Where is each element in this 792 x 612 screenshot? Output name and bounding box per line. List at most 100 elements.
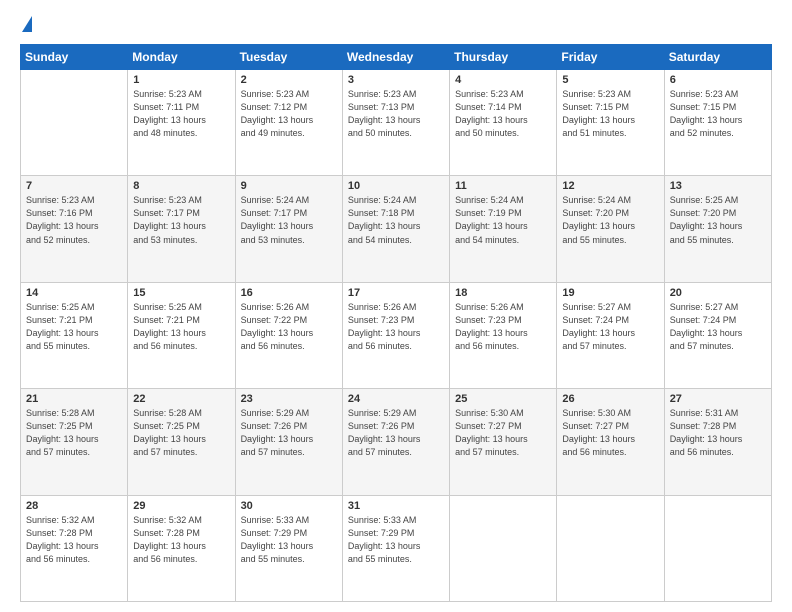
cell-info: Sunrise: 5:23 AMSunset: 7:11 PMDaylight:… bbox=[133, 88, 229, 140]
calendar-cell: 10 Sunrise: 5:24 AMSunset: 7:18 PMDayligh… bbox=[342, 176, 449, 282]
cell-info: Sunrise: 5:32 AMSunset: 7:28 PMDaylight:… bbox=[26, 514, 122, 566]
calendar-header-wednesday: Wednesday bbox=[342, 45, 449, 70]
calendar-cell: 28Sunrise: 5:32 AMSunset: 7:28 PMDayligh… bbox=[21, 495, 128, 601]
calendar-header-thursday: Thursday bbox=[450, 45, 557, 70]
day-number: 5 bbox=[562, 74, 658, 86]
calendar-cell: 3 Sunrise: 5:23 AMSunset: 7:13 PMDaylight… bbox=[342, 70, 449, 176]
calendar-cell: 7 Sunrise: 5:23 AMSunset: 7:16 PMDaylight… bbox=[21, 176, 128, 282]
cell-info: Sunrise: 5:29 AMSunset: 7:26 PMDaylight:… bbox=[241, 407, 337, 459]
calendar-header-sunday: Sunday bbox=[21, 45, 128, 70]
cell-info: Sunrise: 5:27 AMSunset: 7:24 PMDaylight:… bbox=[562, 301, 658, 353]
day-number: 24 bbox=[348, 393, 444, 405]
calendar-header-saturday: Saturday bbox=[664, 45, 771, 70]
calendar-header-friday: Friday bbox=[557, 45, 664, 70]
calendar-week-row: 21 Sunrise: 5:28 AMSunset: 7:25 PMDayligh… bbox=[21, 389, 772, 495]
calendar-cell: 23 Sunrise: 5:29 AMSunset: 7:26 PMDayligh… bbox=[235, 389, 342, 495]
calendar-header-monday: Monday bbox=[128, 45, 235, 70]
cell-info: Sunrise: 5:24 AMSunset: 7:18 PMDaylight:… bbox=[348, 194, 444, 246]
calendar-cell: 17 Sunrise: 5:26 AMSunset: 7:23 PMDayligh… bbox=[342, 282, 449, 388]
day-number: 25 bbox=[455, 393, 551, 405]
cell-info: Sunrise: 5:25 AMSunset: 7:21 PMDaylight:… bbox=[26, 301, 122, 353]
calendar-cell: 24 Sunrise: 5:29 AMSunset: 7:26 PMDayligh… bbox=[342, 389, 449, 495]
day-number: 14 bbox=[26, 287, 122, 299]
day-number: 12 bbox=[562, 180, 658, 192]
day-number: 8 bbox=[133, 180, 229, 192]
calendar-table: SundayMondayTuesdayWednesdayThursdayFrid… bbox=[20, 44, 772, 602]
cell-info: Sunrise: 5:27 AMSunset: 7:24 PMDaylight:… bbox=[670, 301, 766, 353]
day-number: 15 bbox=[133, 287, 229, 299]
cell-info: Sunrise: 5:26 AMSunset: 7:23 PMDaylight:… bbox=[348, 301, 444, 353]
cell-info: Sunrise: 5:24 AMSunset: 7:20 PMDaylight:… bbox=[562, 194, 658, 246]
cell-info: Sunrise: 5:26 AMSunset: 7:22 PMDaylight:… bbox=[241, 301, 337, 353]
calendar-week-row: 14 Sunrise: 5:25 AMSunset: 7:21 PMDayligh… bbox=[21, 282, 772, 388]
day-number: 10 bbox=[348, 180, 444, 192]
calendar-cell: 29 Sunrise: 5:32 AMSunset: 7:28 PMDayligh… bbox=[128, 495, 235, 601]
calendar-cell: 21 Sunrise: 5:28 AMSunset: 7:25 PMDayligh… bbox=[21, 389, 128, 495]
logo bbox=[20, 18, 32, 34]
calendar-cell: 26 Sunrise: 5:30 AMSunset: 7:27 PMDayligh… bbox=[557, 389, 664, 495]
day-number: 9 bbox=[241, 180, 337, 192]
calendar-cell: 19 Sunrise: 5:27 AMSunset: 7:24 PMDayligh… bbox=[557, 282, 664, 388]
calendar-cell: 30 Sunrise: 5:33 AMSunset: 7:29 PMDayligh… bbox=[235, 495, 342, 601]
day-number: 23 bbox=[241, 393, 337, 405]
cell-info: Sunrise: 5:23 AMSunset: 7:15 PMDaylight:… bbox=[670, 88, 766, 140]
day-number: 30 bbox=[241, 500, 337, 512]
header bbox=[20, 18, 772, 34]
calendar-cell: 27Sunrise: 5:31 AMSunset: 7:28 PMDayligh… bbox=[664, 389, 771, 495]
day-number: 20 bbox=[670, 287, 766, 299]
day-number: 11 bbox=[455, 180, 551, 192]
day-number: 1 bbox=[133, 74, 229, 86]
cell-info: Sunrise: 5:28 AMSunset: 7:25 PMDaylight:… bbox=[133, 407, 229, 459]
day-number: 3 bbox=[348, 74, 444, 86]
calendar-cell bbox=[450, 495, 557, 601]
day-number: 26 bbox=[562, 393, 658, 405]
cell-info: Sunrise: 5:24 AMSunset: 7:17 PMDaylight:… bbox=[241, 194, 337, 246]
day-number: 13 bbox=[670, 180, 766, 192]
day-number: 6 bbox=[670, 74, 766, 86]
day-number: 27 bbox=[670, 393, 766, 405]
day-number: 31 bbox=[348, 500, 444, 512]
calendar-cell: 15 Sunrise: 5:25 AMSunset: 7:21 PMDayligh… bbox=[128, 282, 235, 388]
calendar-cell: 20 Sunrise: 5:27 AMSunset: 7:24 PMDayligh… bbox=[664, 282, 771, 388]
cell-info: Sunrise: 5:33 AMSunset: 7:29 PMDaylight:… bbox=[241, 514, 337, 566]
logo-icon bbox=[22, 16, 32, 32]
cell-info: Sunrise: 5:25 AMSunset: 7:21 PMDaylight:… bbox=[133, 301, 229, 353]
cell-info: Sunrise: 5:29 AMSunset: 7:26 PMDaylight:… bbox=[348, 407, 444, 459]
cell-info: Sunrise: 5:23 AMSunset: 7:14 PMDaylight:… bbox=[455, 88, 551, 140]
day-number: 17 bbox=[348, 287, 444, 299]
day-number: 2 bbox=[241, 74, 337, 86]
day-number: 7 bbox=[26, 180, 122, 192]
day-number: 29 bbox=[133, 500, 229, 512]
calendar-cell: 22Sunrise: 5:28 AMSunset: 7:25 PMDayligh… bbox=[128, 389, 235, 495]
cell-info: Sunrise: 5:33 AMSunset: 7:29 PMDaylight:… bbox=[348, 514, 444, 566]
calendar-cell: 1 Sunrise: 5:23 AMSunset: 7:11 PMDaylight… bbox=[128, 70, 235, 176]
calendar-cell: 4 Sunrise: 5:23 AMSunset: 7:14 PMDaylight… bbox=[450, 70, 557, 176]
calendar-cell: 14 Sunrise: 5:25 AMSunset: 7:21 PMDayligh… bbox=[21, 282, 128, 388]
day-number: 16 bbox=[241, 287, 337, 299]
calendar-week-row: 7 Sunrise: 5:23 AMSunset: 7:16 PMDaylight… bbox=[21, 176, 772, 282]
cell-info: Sunrise: 5:30 AMSunset: 7:27 PMDaylight:… bbox=[562, 407, 658, 459]
cell-info: Sunrise: 5:23 AMSunset: 7:16 PMDaylight:… bbox=[26, 194, 122, 246]
day-number: 4 bbox=[455, 74, 551, 86]
calendar-header-tuesday: Tuesday bbox=[235, 45, 342, 70]
cell-info: Sunrise: 5:23 AMSunset: 7:13 PMDaylight:… bbox=[348, 88, 444, 140]
calendar-cell: 11Sunrise: 5:24 AMSunset: 7:19 PMDayligh… bbox=[450, 176, 557, 282]
day-number: 21 bbox=[26, 393, 122, 405]
calendar-cell: 6 Sunrise: 5:23 AMSunset: 7:15 PMDaylight… bbox=[664, 70, 771, 176]
cell-info: Sunrise: 5:32 AMSunset: 7:28 PMDaylight:… bbox=[133, 514, 229, 566]
calendar-cell: 8 Sunrise: 5:23 AMSunset: 7:17 PMDaylight… bbox=[128, 176, 235, 282]
calendar-cell: 9 Sunrise: 5:24 AMSunset: 7:17 PMDaylight… bbox=[235, 176, 342, 282]
day-number: 19 bbox=[562, 287, 658, 299]
calendar-cell: 25 Sunrise: 5:30 AMSunset: 7:27 PMDayligh… bbox=[450, 389, 557, 495]
cell-info: Sunrise: 5:23 AMSunset: 7:17 PMDaylight:… bbox=[133, 194, 229, 246]
cell-info: Sunrise: 5:26 AMSunset: 7:23 PMDaylight:… bbox=[455, 301, 551, 353]
cell-info: Sunrise: 5:30 AMSunset: 7:27 PMDaylight:… bbox=[455, 407, 551, 459]
cell-info: Sunrise: 5:23 AMSunset: 7:15 PMDaylight:… bbox=[562, 88, 658, 140]
day-number: 18 bbox=[455, 287, 551, 299]
cell-info: Sunrise: 5:25 AMSunset: 7:20 PMDaylight:… bbox=[670, 194, 766, 246]
calendar-cell: 5 Sunrise: 5:23 AMSunset: 7:15 PMDaylight… bbox=[557, 70, 664, 176]
cell-info: Sunrise: 5:23 AMSunset: 7:12 PMDaylight:… bbox=[241, 88, 337, 140]
calendar-week-row: 1 Sunrise: 5:23 AMSunset: 7:11 PMDaylight… bbox=[21, 70, 772, 176]
cell-info: Sunrise: 5:28 AMSunset: 7:25 PMDaylight:… bbox=[26, 407, 122, 459]
page: SundayMondayTuesdayWednesdayThursdayFrid… bbox=[0, 0, 792, 612]
